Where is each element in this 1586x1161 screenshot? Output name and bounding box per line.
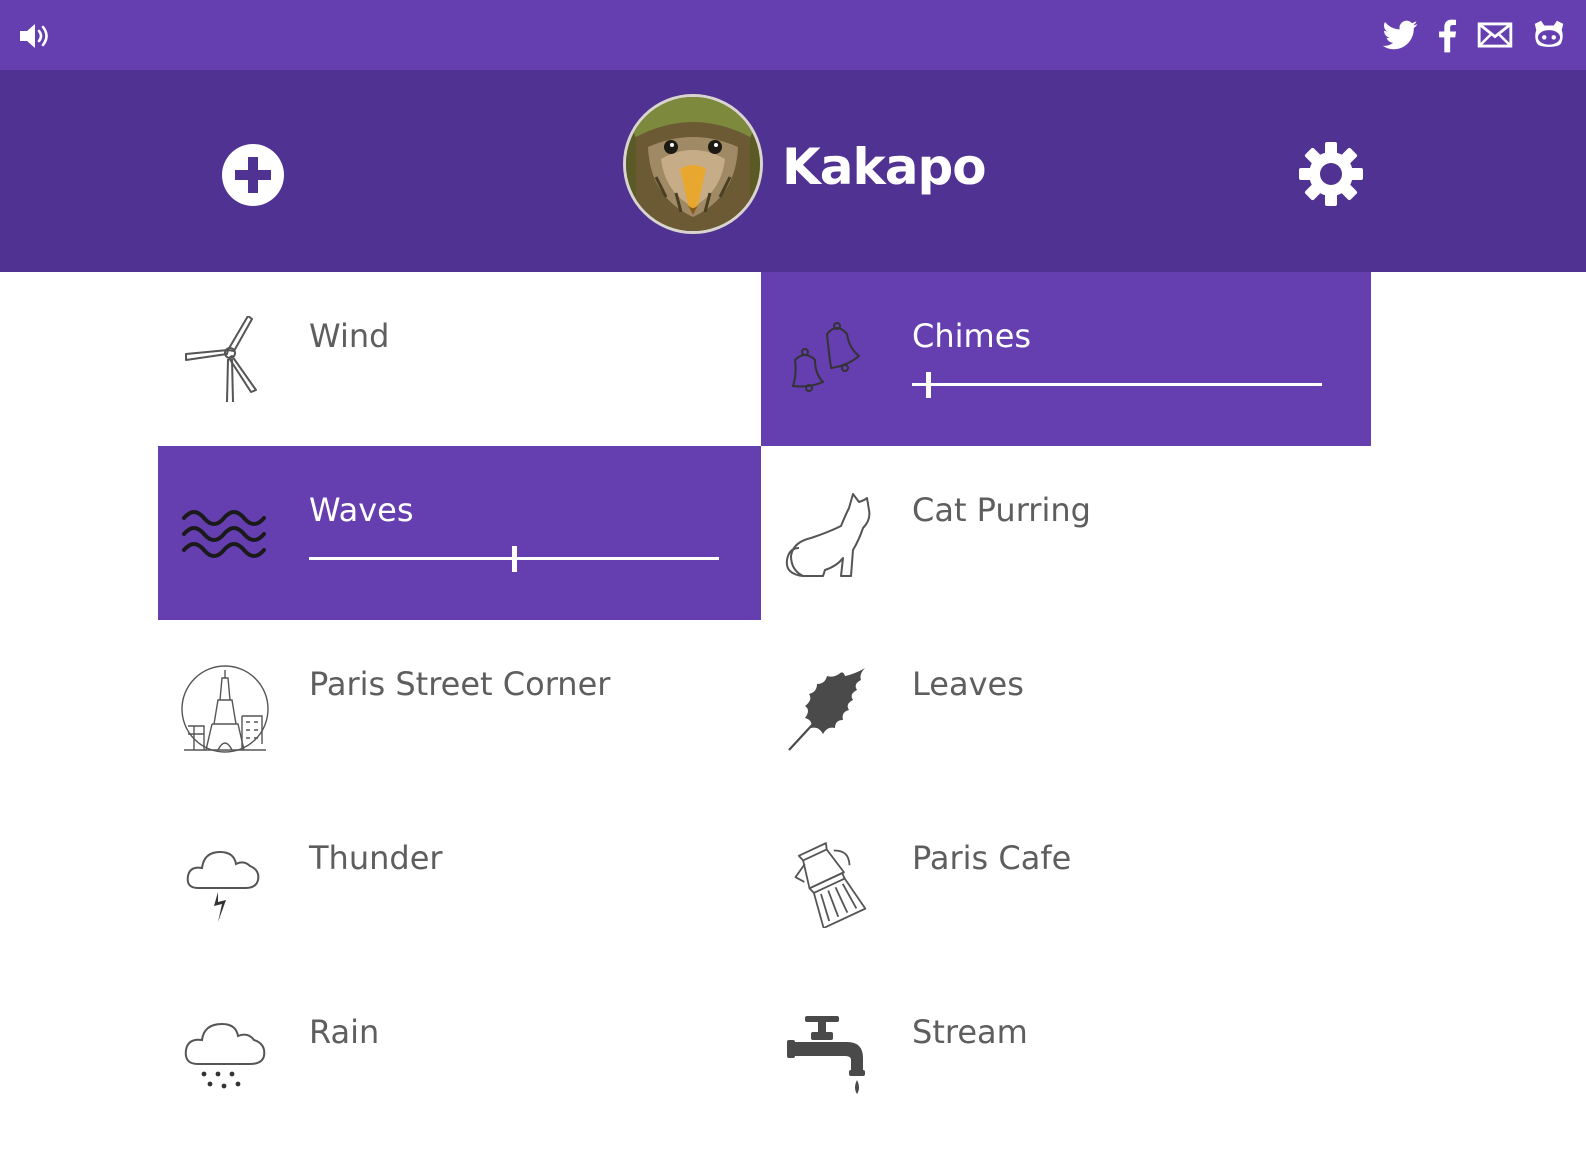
sound-tile-chimes[interactable]: Chimes	[761, 272, 1371, 446]
wind-turbine-icon	[185, 316, 257, 403]
sound-tile-thunder[interactable]: Thunder	[158, 794, 768, 968]
mail-icon[interactable]	[1476, 16, 1514, 54]
faucet-icon	[787, 1016, 865, 1094]
sound-label: Chimes	[912, 317, 1032, 355]
slider-thumb[interactable]	[926, 372, 932, 398]
cat-icon	[785, 493, 871, 577]
volume-slider[interactable]	[309, 546, 719, 572]
sound-label: Stream	[912, 1013, 1028, 1051]
app-header: Kakapo	[0, 70, 1586, 272]
leaf-icon	[788, 668, 865, 751]
sound-label: Leaves	[912, 665, 1024, 703]
bells-icon	[792, 322, 860, 392]
sound-label: Wind	[309, 317, 390, 355]
kakapo-bird-avatar	[623, 94, 763, 234]
sound-label: Waves	[309, 491, 414, 529]
app-title: Kakapo	[782, 138, 987, 196]
plus-circle-icon[interactable]	[221, 143, 285, 207]
github-icon[interactable]	[1530, 16, 1568, 54]
sound-label: Paris Street Corner	[309, 665, 611, 703]
sound-tile-rain[interactable]: Rain	[158, 968, 768, 1142]
sound-label: Thunder	[309, 839, 443, 877]
sound-tile-waves[interactable]: Waves	[158, 446, 768, 620]
sound-label: Rain	[309, 1013, 380, 1051]
twitter-icon[interactable]	[1381, 16, 1419, 54]
volume-slider[interactable]	[912, 372, 1322, 398]
sound-tile-paris-street-corner[interactable]: Paris Street Corner	[158, 620, 768, 794]
sound-tile-cat-purring[interactable]: Cat Purring	[761, 446, 1371, 620]
sound-tile-wind[interactable]: Wind	[158, 272, 768, 446]
coffee-pot-icon	[794, 842, 867, 928]
sound-tile-paris-cafe[interactable]: Paris Cafe	[761, 794, 1371, 968]
gear-icon[interactable]	[1297, 140, 1365, 208]
sound-tile-leaves[interactable]: Leaves	[761, 620, 1371, 794]
slider-thumb[interactable]	[512, 546, 517, 572]
slider-track	[912, 383, 1322, 386]
facebook-icon[interactable]	[1428, 16, 1466, 54]
sound-label: Paris Cafe	[912, 839, 1072, 877]
waves-icon	[182, 510, 266, 558]
rain-cloud-icon	[184, 1022, 266, 1089]
thunder-cloud-icon	[186, 850, 260, 922]
sound-tile-stream[interactable]: Stream	[761, 968, 1371, 1142]
eiffel-tower-icon	[181, 665, 269, 753]
sound-label: Cat Purring	[912, 491, 1091, 529]
speaker-volume-icon[interactable]	[18, 20, 54, 52]
top-bar	[0, 0, 1586, 70]
